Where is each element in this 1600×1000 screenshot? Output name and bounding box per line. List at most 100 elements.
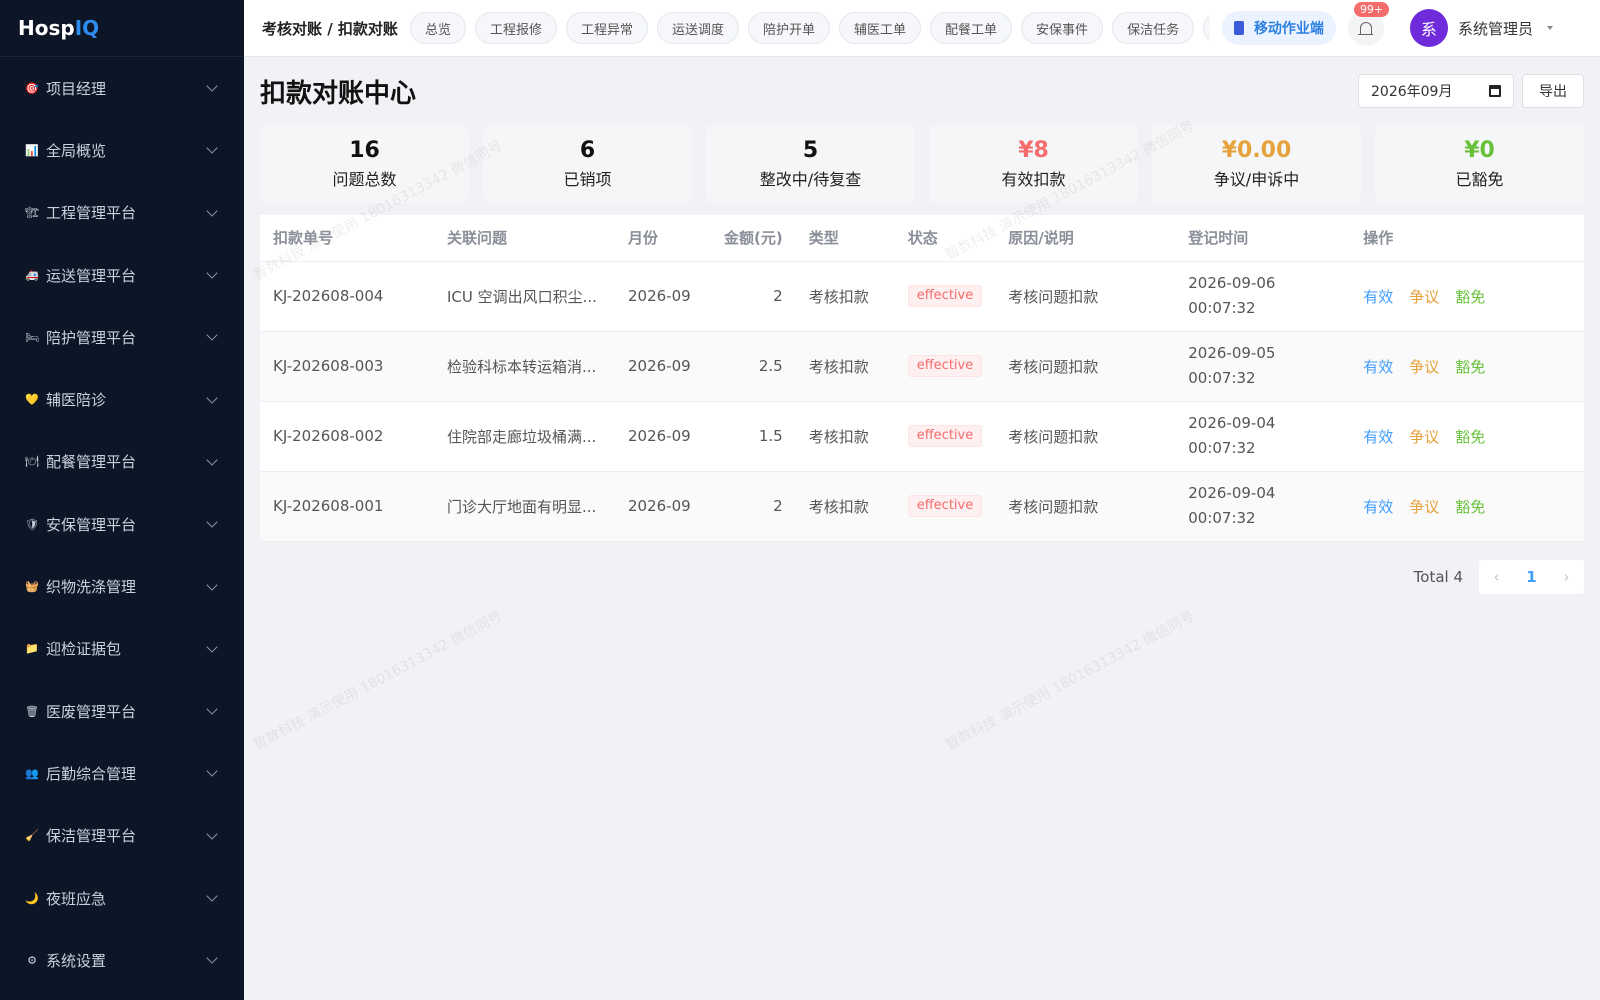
avatar[interactable]: 系 [1409, 9, 1448, 47]
quick-tab[interactable]: 总览 [409, 12, 466, 44]
type-cell: 考核扣款 [795, 401, 895, 472]
notification-button[interactable]: 99+ [1347, 2, 1390, 46]
stat-label: 问题总数 [332, 170, 397, 190]
mobile-workbench-button[interactable]: 移动作业端 [1221, 11, 1336, 45]
export-button[interactable]: 导出 [1522, 74, 1584, 108]
quick-tab[interactable]: 医 [1203, 12, 1210, 44]
mark-valid-button[interactable]: 有效 [1363, 358, 1393, 376]
sidebar-item[interactable]: 🏗 工程管理平台 [0, 182, 244, 244]
sidebar-item[interactable]: 📁 迎检证据包 [0, 618, 244, 680]
stat-label: 整改中/待复查 [759, 170, 862, 190]
deduction-id: KJ-202608-004 [260, 261, 434, 332]
prev-page-icon[interactable]: ‹ [1479, 560, 1514, 594]
status-badge: effective [907, 425, 983, 447]
chevron-down-icon [206, 578, 218, 591]
reason-cell: 考核问题扣款 [995, 331, 1176, 402]
sidebar-item-label: 陪护管理平台 [46, 328, 137, 347]
sidebar-item[interactable]: 📊 全局概览 [0, 119, 244, 181]
sidebar-item[interactable]: 🎯 项目经理 [0, 57, 244, 119]
sidebar-item[interactable]: 🌙 夜班应急 [0, 867, 244, 929]
pagination-total: Total 4 [1413, 567, 1463, 586]
sidebar-item[interactable]: 🛡 安保管理平台 [0, 493, 244, 555]
trash-icon: 🗑 [25, 704, 39, 718]
mark-valid-button[interactable]: 有效 [1363, 288, 1393, 306]
stat-value: ¥8 [1018, 137, 1049, 163]
sidebar-item-label: 系统设置 [46, 951, 107, 970]
waive-button[interactable]: 豁免 [1455, 288, 1485, 306]
sidebar-item[interactable]: 🧹 保洁管理平台 [0, 805, 244, 867]
table-row: KJ-202608-001 门诊大厅地面有明显... 2026-09 2 考核扣款 eff… [260, 471, 1584, 542]
sidebar-item[interactable]: 🚑 运送管理平台 [0, 244, 244, 306]
chevron-down-icon [206, 516, 218, 528]
dispute-button[interactable]: 争议 [1409, 358, 1439, 376]
table-row: KJ-202608-004 ICU 空调出风口积尘... 2026-09 2 考核扣款 e… [260, 261, 1584, 332]
page-number-current[interactable]: 1 [1514, 560, 1549, 594]
status-cell: effective [894, 261, 996, 332]
sidebar-item[interactable]: 👥 后勤综合管理 [0, 742, 244, 804]
app-logo[interactable]: Hosp IQ [0, 0, 244, 57]
sidebar-item[interactable]: 💛 辅医陪诊 [0, 368, 244, 430]
type-cell: 考核扣款 [795, 331, 895, 402]
stat-cards: 16 问题总数 6 已销项 5 整改中/待复查 ¥8 有效扣款 ¥0.00 争议/申诉中 ¥0 已豁免 [260, 125, 1584, 203]
heart-icon: 💛 [25, 393, 39, 407]
quick-tab[interactable]: 运送调度 [656, 12, 739, 44]
status-cell: effective [894, 471, 996, 542]
quick-tab[interactable]: 安保事件 [1021, 12, 1104, 44]
sidebar-item[interactable]: 🍽 配餐管理平台 [0, 431, 244, 493]
quick-tab[interactable]: 工程异常 [565, 12, 648, 44]
quick-tab[interactable]: 辅医工单 [839, 12, 922, 44]
caret-down-icon[interactable] [1546, 26, 1553, 30]
chevron-down-icon [206, 454, 218, 466]
gear-icon: ⚙ [27, 953, 37, 967]
dispute-button[interactable]: 争议 [1409, 428, 1439, 446]
registered-clock: 00:07:32 [1188, 369, 1256, 387]
quick-tab[interactable]: 保洁任务 [1112, 12, 1195, 44]
column-header: 关联问题 [434, 215, 615, 262]
chevron-down-icon [206, 391, 218, 404]
type-cell: 考核扣款 [795, 471, 895, 542]
month-picker[interactable]: 2026年09月 [1358, 74, 1514, 108]
dispute-button[interactable]: 争议 [1409, 498, 1439, 516]
next-page-icon[interactable]: › [1549, 560, 1584, 594]
stat-value: 16 [349, 137, 380, 163]
dispute-button[interactable]: 争议 [1409, 288, 1439, 306]
waive-button[interactable]: 豁免 [1455, 428, 1485, 446]
column-header: 状态 [894, 215, 996, 262]
page-title: 扣款对账中心 [260, 78, 417, 109]
actions-cell: 有效 争议 豁免 [1350, 261, 1584, 332]
quick-tab[interactable]: 陪护开单 [748, 12, 831, 44]
sidebar-item[interactable]: 🗑 医废管理平台 [0, 680, 244, 742]
sidebar-item[interactable]: 🛏 陪护管理平台 [0, 306, 244, 368]
reason-cell: 考核问题扣款 [995, 401, 1176, 472]
sidebar-item[interactable]: ⚙ 系统设置 [0, 929, 244, 991]
bell-icon [1357, 22, 1373, 35]
quick-tab[interactable]: 工程报修 [474, 12, 557, 44]
target-icon: 🎯 [25, 81, 39, 95]
status-badge: effective [907, 285, 983, 307]
quick-tabs: 总览工程报修工程异常运送调度陪护开单辅医工单配餐工单安保事件保洁任务医 [409, 12, 1210, 44]
quick-tab[interactable]: 配餐工单 [930, 12, 1013, 44]
stat-card: ¥0.00 争议/申诉中 [1152, 125, 1361, 203]
stat-value: ¥0 [1464, 137, 1495, 163]
mark-valid-button[interactable]: 有效 [1363, 428, 1393, 446]
month-cell: 2026-09 [615, 471, 711, 542]
sidebar-item[interactable]: 🧺 织物洗涤管理 [0, 555, 244, 617]
registered-date: 2026-09-05 [1188, 344, 1276, 362]
logo-text-accent: IQ [74, 16, 100, 40]
waive-button[interactable]: 豁免 [1455, 498, 1485, 516]
related-issue: ICU 空调出风口积尘... [434, 261, 615, 332]
username[interactable]: 系统管理员 [1458, 18, 1533, 39]
sidebar-item-label: 后勤综合管理 [46, 764, 137, 783]
building-icon: 🏗 [25, 206, 39, 220]
registered-date: 2026-09-04 [1188, 414, 1276, 432]
chevron-down-icon [206, 703, 218, 715]
column-header: 类型 [795, 215, 895, 262]
sidebar-item-label: 夜班应急 [46, 889, 107, 908]
month-cell: 2026-09 [615, 331, 711, 402]
stat-value: 5 [802, 137, 819, 163]
actions-cell: 有效 争议 豁免 [1350, 331, 1584, 402]
phone-icon [1233, 21, 1244, 35]
mark-valid-button[interactable]: 有效 [1363, 498, 1393, 516]
waive-button[interactable]: 豁免 [1455, 358, 1485, 376]
registered-time: 2026-09-04 00:07:32 [1175, 401, 1351, 472]
